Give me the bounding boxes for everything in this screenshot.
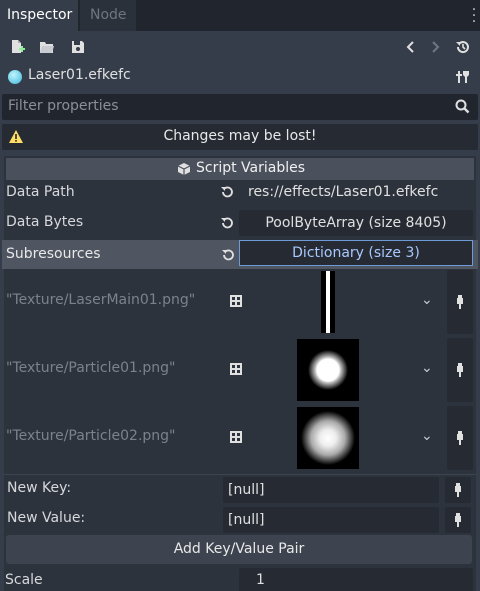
new-resource-icon[interactable] <box>6 36 28 58</box>
laser-texture-preview[interactable] <box>321 271 335 333</box>
particle01-texture-preview[interactable] <box>297 339 359 401</box>
add-key-value-button[interactable]: Add Key/Value Pair <box>6 535 472 564</box>
pin-button[interactable] <box>445 477 471 503</box>
particle02-texture-preview[interactable] <box>297 407 359 469</box>
section-title: Script Variables <box>196 160 306 176</box>
subresources-label: Subresources <box>6 246 101 262</box>
forward-arrow-icon[interactable] <box>424 36 446 58</box>
texture-key-label: "Texture/Particle02.png" <box>6 428 176 444</box>
data-bytes-button[interactable]: PoolByteArray (size 8405) <box>239 210 473 236</box>
tab-node[interactable]: Node <box>80 0 136 31</box>
texture-type-icon <box>229 430 243 448</box>
data-path-value[interactable]: res://effects/Laser01.efkefc <box>248 184 438 200</box>
new-value-label: New Value: <box>7 510 86 526</box>
tab-menu-icon[interactable]: · · · <box>470 3 478 29</box>
revert-icon[interactable] <box>220 185 234 203</box>
texture-key-label: "Texture/LaserMain01.png" <box>6 292 196 308</box>
history-icon[interactable] <box>452 36 474 58</box>
resource-name: Laser01.efkefc <box>28 67 131 83</box>
texture-type-icon <box>229 362 243 380</box>
data-bytes-label: Data Bytes <box>6 214 84 230</box>
new-key-label: New Key: <box>7 480 72 496</box>
pin-button[interactable] <box>447 270 473 334</box>
revert-icon[interactable] <box>221 248 235 266</box>
script-box-icon <box>177 162 191 180</box>
divider <box>4 474 476 475</box>
resource-icon <box>8 70 22 84</box>
texture-type-icon <box>229 294 243 312</box>
chevron-down-icon[interactable]: ⌄ <box>421 292 433 308</box>
back-arrow-icon[interactable] <box>400 36 422 58</box>
dictionary-button[interactable]: Dictionary (size 3) <box>239 240 473 266</box>
pin-button[interactable] <box>445 507 471 533</box>
new-key-field[interactable]: [null] <box>223 477 439 503</box>
filter-placeholder: Filter properties <box>8 98 119 114</box>
scale-label: Scale <box>5 572 43 588</box>
chevron-down-icon[interactable]: ⌄ <box>421 428 433 444</box>
pin-button[interactable] <box>447 338 473 402</box>
object-properties-icon[interactable] <box>452 66 474 88</box>
texture-key-label: "Texture/Particle01.png" <box>6 360 176 376</box>
save-icon[interactable] <box>67 36 89 58</box>
search-icon <box>455 99 470 118</box>
scale-field[interactable]: 1 <box>239 568 473 591</box>
new-value-field[interactable]: [null] <box>223 507 439 533</box>
tab-inspector[interactable]: Inspector <box>0 0 78 31</box>
warning-text: Changes may be lost! <box>163 128 317 144</box>
filter-properties-input[interactable]: Filter properties <box>2 94 478 120</box>
open-folder-icon[interactable] <box>36 36 58 58</box>
chevron-down-icon[interactable]: ⌄ <box>421 360 433 376</box>
pin-button[interactable] <box>447 406 473 470</box>
revert-icon[interactable] <box>220 216 234 234</box>
data-path-label: Data Path <box>6 184 75 200</box>
